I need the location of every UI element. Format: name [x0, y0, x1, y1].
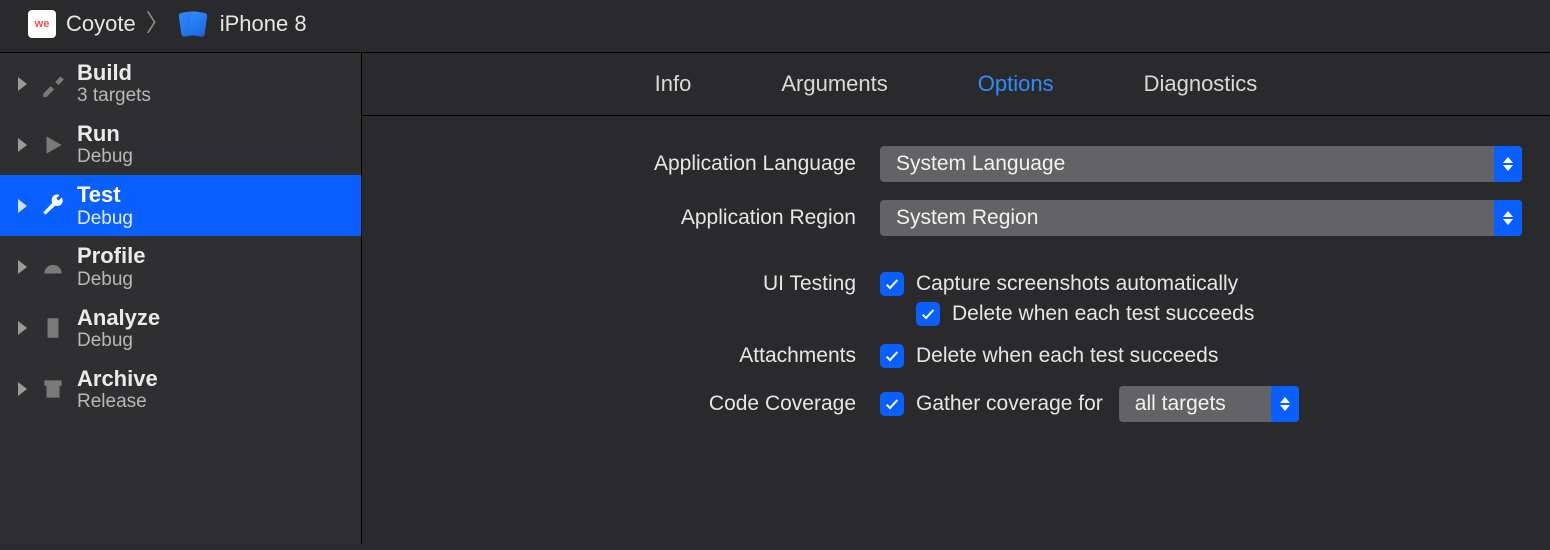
disclosure-triangle-icon[interactable] — [18, 77, 27, 91]
gauge-icon — [39, 254, 67, 280]
play-icon — [39, 132, 67, 158]
tab-bar: Info Arguments Options Diagnostics — [362, 53, 1550, 116]
sidebar-item-archive[interactable]: Archive Release — [0, 359, 361, 420]
disclosure-triangle-icon[interactable] — [18, 382, 27, 396]
breadcrumb-project[interactable]: Coyote — [66, 11, 136, 37]
sidebar-item-sub: Debug — [77, 146, 133, 168]
sidebar-item-title: Run — [77, 121, 133, 146]
archive-icon — [39, 376, 67, 402]
sidebar-item-sub: Debug — [77, 208, 133, 230]
disclosure-triangle-icon[interactable] — [18, 199, 27, 213]
capture-screenshots-checkbox[interactable] — [880, 272, 904, 296]
check-icon — [884, 348, 900, 364]
sidebar-item-sub: Release — [77, 391, 158, 413]
project-icon: we — [28, 10, 56, 38]
check-icon — [884, 396, 900, 412]
select-stepper-icon — [1494, 200, 1522, 236]
tab-arguments[interactable]: Arguments — [781, 71, 887, 97]
tab-options[interactable]: Options — [978, 71, 1054, 97]
sidebar-item-test[interactable]: Test Debug — [0, 175, 361, 236]
breadcrumb-device[interactable]: iPhone 8 — [220, 11, 307, 37]
select-stepper-icon — [1271, 386, 1299, 422]
disclosure-triangle-icon[interactable] — [18, 138, 27, 152]
sidebar-item-title: Test — [77, 182, 133, 207]
sidebar-item-title: Archive — [77, 366, 158, 391]
breadcrumb: we Coyote 〉 iPhone 8 — [0, 0, 1550, 52]
tab-info[interactable]: Info — [655, 71, 692, 97]
sidebar-item-title: Build — [77, 60, 151, 85]
capture-screenshots-label: Capture screenshots automatically — [916, 272, 1238, 296]
app-language-value: System Language — [896, 152, 1065, 176]
uitesting-label: UI Testing — [390, 272, 880, 296]
sidebar-item-sub: Debug — [77, 330, 160, 352]
app-region-label: Application Region — [390, 206, 880, 230]
hammer-icon — [39, 71, 67, 97]
options-form: Application Language System Language App… — [362, 116, 1550, 450]
sidebar-item-sub: Debug — [77, 269, 145, 291]
sidebar-item-title: Analyze — [77, 305, 160, 330]
coverage-checkbox[interactable] — [880, 392, 904, 416]
coverage-text: Gather coverage for — [916, 392, 1103, 416]
app-language-label: Application Language — [390, 152, 880, 176]
device-icon — [180, 11, 210, 37]
attachments-delete-checkbox[interactable] — [880, 344, 904, 368]
sidebar-item-sub: 3 targets — [77, 85, 151, 107]
content-pane: Info Arguments Options Diagnostics Appli… — [362, 53, 1550, 544]
wrench-icon — [39, 193, 67, 219]
chevron-right-icon: 〉 — [146, 12, 170, 36]
scheme-sidebar: Build 3 targets Run Debug Test Debug — [0, 53, 362, 544]
check-icon — [884, 276, 900, 292]
attachments-label: Attachments — [390, 344, 880, 368]
check-icon — [920, 306, 936, 322]
attachments-delete-label: Delete when each test succeeds — [916, 344, 1218, 368]
app-region-value: System Region — [896, 206, 1038, 230]
disclosure-triangle-icon[interactable] — [18, 321, 27, 335]
coverage-label: Code Coverage — [390, 392, 880, 416]
sidebar-item-analyze[interactable]: Analyze Debug — [0, 298, 361, 359]
sidebar-item-run[interactable]: Run Debug — [0, 114, 361, 175]
sidebar-item-build[interactable]: Build 3 targets — [0, 53, 361, 114]
disclosure-triangle-icon[interactable] — [18, 260, 27, 274]
delete-on-success-checkbox[interactable] — [916, 302, 940, 326]
coverage-scope-value: all targets — [1135, 392, 1226, 416]
tab-diagnostics[interactable]: Diagnostics — [1144, 71, 1258, 97]
sidebar-item-title: Profile — [77, 243, 145, 268]
sidebar-item-profile[interactable]: Profile Debug — [0, 236, 361, 297]
select-stepper-icon — [1494, 146, 1522, 182]
coverage-scope-select[interactable]: all targets — [1119, 386, 1299, 422]
delete-on-success-label: Delete when each test succeeds — [952, 302, 1254, 326]
app-language-select[interactable]: System Language — [880, 146, 1522, 182]
analyze-icon — [39, 315, 67, 341]
app-region-select[interactable]: System Region — [880, 200, 1522, 236]
